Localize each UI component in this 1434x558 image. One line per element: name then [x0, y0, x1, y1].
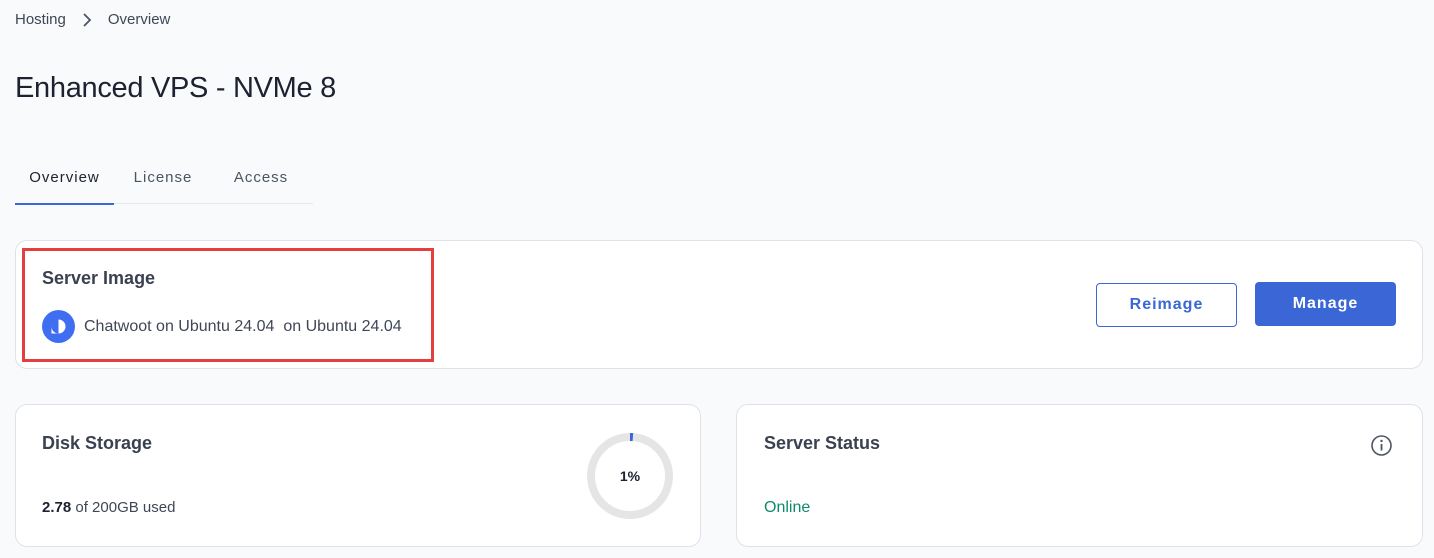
- tab-overview[interactable]: Overview: [15, 150, 114, 205]
- tab-bar: Overview License Access: [15, 150, 313, 205]
- server-image-os-label: on Ubuntu 24.04: [283, 317, 402, 335]
- disk-used-value: 2.78: [42, 499, 72, 516]
- chevron-right-icon: [82, 12, 92, 27]
- server-status-value: Online: [764, 499, 811, 516]
- manage-button[interactable]: Manage: [1255, 282, 1396, 326]
- disk-usage-percent: 1%: [619, 468, 641, 484]
- server-status-title: Server Status: [764, 433, 881, 453]
- info-icon[interactable]: [1370, 434, 1393, 457]
- disk-used-suffix: of 200GB used: [75, 499, 176, 516]
- server-image-info: Chatwoot on Ubuntu 24.04 on Ubuntu 24.04: [42, 310, 402, 343]
- chatwoot-icon: [42, 310, 75, 343]
- tab-license[interactable]: License: [114, 150, 212, 204]
- disk-storage-title: Disk Storage: [42, 433, 153, 453]
- highlight-box: [22, 248, 434, 362]
- reimage-button[interactable]: Reimage: [1096, 283, 1237, 327]
- server-image-title: Server Image: [42, 268, 156, 288]
- server-image-app-name: Chatwoot on Ubuntu 24.04: [84, 317, 275, 335]
- breadcrumb-item-hosting[interactable]: Hosting: [15, 11, 66, 28]
- tab-access[interactable]: Access: [212, 150, 310, 204]
- disk-usage-text: 2.78 of 200GB used: [42, 499, 175, 516]
- page-title: Enhanced VPS - NVMe 8: [15, 72, 336, 104]
- server-status-card: [736, 404, 1423, 547]
- breadcrumb-item-overview: Overview: [107, 11, 171, 28]
- breadcrumb: Hosting Overview: [15, 11, 170, 28]
